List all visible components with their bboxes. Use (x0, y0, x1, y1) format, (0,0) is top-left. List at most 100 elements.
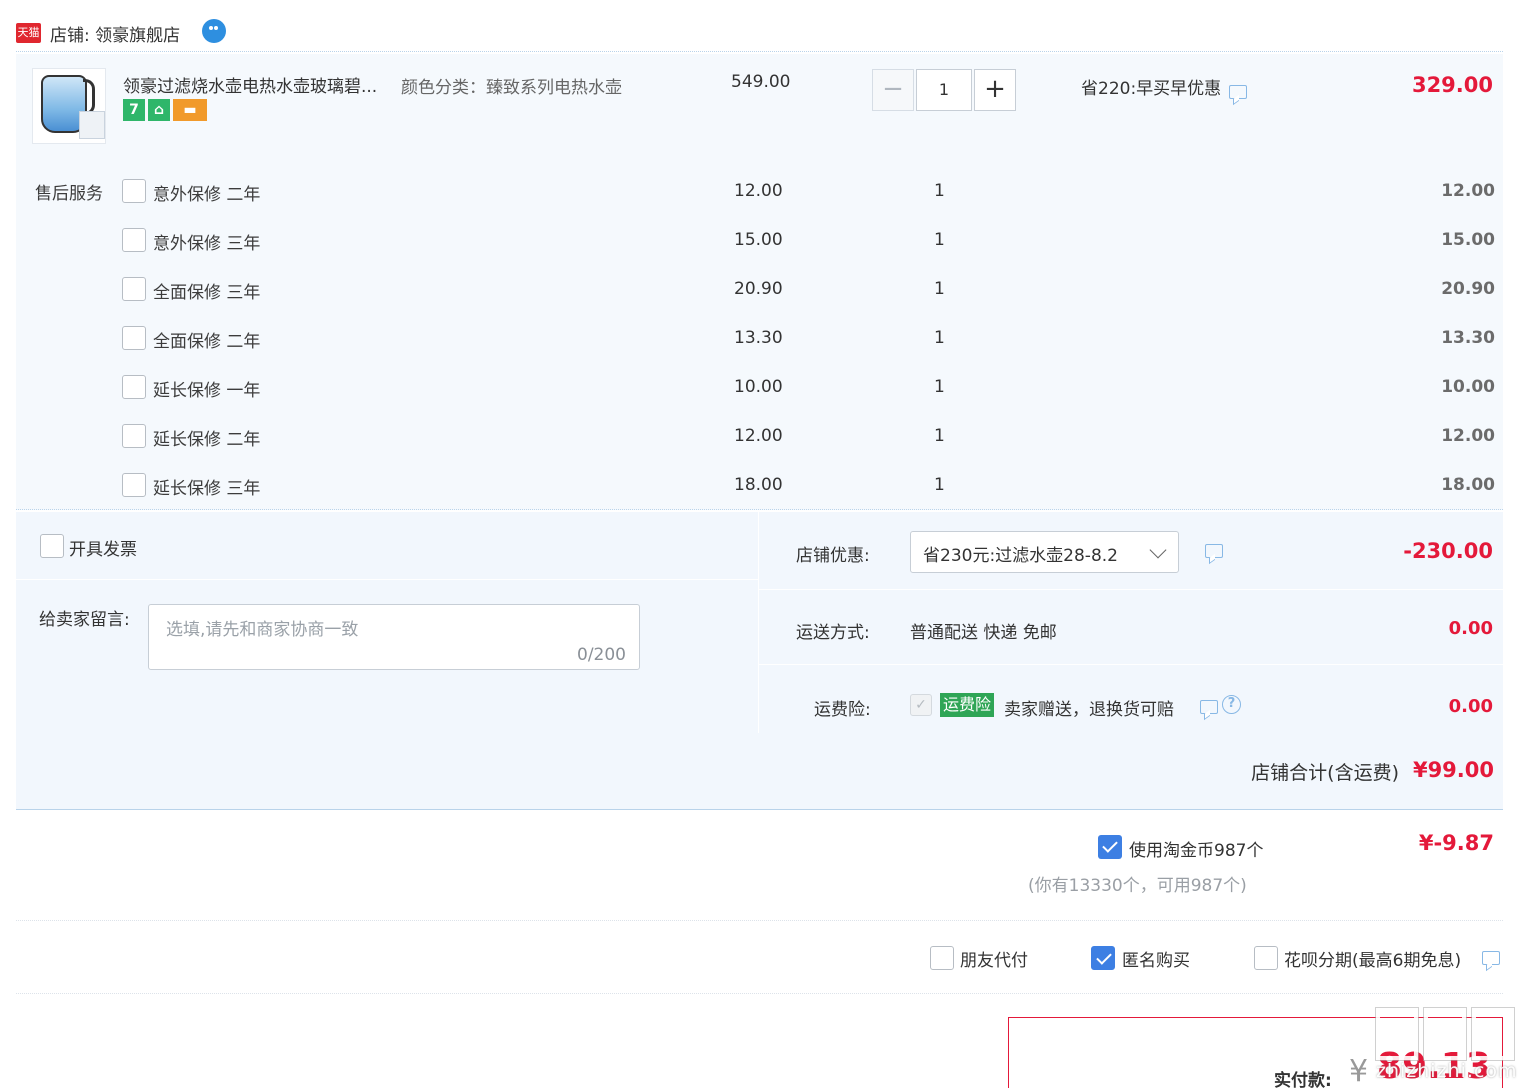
service-name: 意外保修 三年 (153, 234, 261, 254)
service-checkbox[interactable] (122, 375, 146, 399)
insurance-label: 运费险: (814, 700, 871, 720)
service-total: 15.00 (1441, 230, 1495, 250)
order-options-panel: 开具发票 给卖家留言: 选填,请先和商家协商一致 0/200 店铺优惠: 省23… (16, 512, 1503, 810)
service-checkbox[interactable] (122, 277, 146, 301)
friend-pay-label[interactable]: 朋友代付 (960, 946, 1028, 971)
chevron-down-icon (1149, 541, 1167, 559)
product-section: 领豪过滤烧水壶电热水壶玻璃碧... 颜色分类：臻致系列电热水壶 7 ⌂ ▬ 549.… (16, 54, 1503, 510)
service-price: 18.00 (734, 475, 783, 495)
credit-card-icon[interactable]: ▬ (173, 99, 207, 121)
use-coins-checkbox[interactable] (1098, 835, 1122, 859)
shop-header: 天猫 店铺: 领豪旗舰店 (16, 14, 1503, 52)
service-row: 全面保修 三年 20.90 1 20.90 (16, 275, 1503, 305)
help-icon[interactable]: ? (1222, 695, 1241, 714)
service-qty: 1 (934, 181, 945, 201)
promotion: 省220:早买早优惠 (1081, 74, 1248, 99)
coupon-selected-value: 省230元:过滤水壶28-8.2 (923, 546, 1118, 566)
tmall-logo: 天猫 (16, 23, 41, 43)
coins-amount: ¥-9.87 (1418, 831, 1494, 855)
service-checkbox[interactable] (122, 179, 146, 203)
service-checkbox[interactable] (122, 326, 146, 350)
service-qty: 1 (934, 279, 945, 299)
service-row: 延长保修 二年 12.00 1 12.00 (16, 422, 1503, 452)
product-badges: 7 ⌂ ▬ (123, 99, 210, 121)
huabei-checkbox[interactable] (1254, 946, 1278, 970)
service-row: 意外保修 三年 15.00 1 15.00 (16, 226, 1503, 256)
service-total: 18.00 (1441, 475, 1495, 495)
product-sku: 颜色分类：臻致系列电热水壶 (401, 78, 622, 98)
product-thumbnail[interactable] (32, 68, 106, 144)
pay-label: 实付款: (1274, 1071, 1332, 1088)
product-total: 329.00 (1411, 73, 1493, 97)
service-price: 10.00 (734, 377, 783, 397)
shipping-amount: 0.00 (1448, 618, 1493, 639)
service-price: 20.90 (734, 279, 783, 299)
shipping-method: 普通配送 快递 免邮 (910, 623, 1057, 643)
product-title-link[interactable]: 领豪过滤烧水壶电热水壶玻璃碧... (123, 72, 393, 97)
divider (16, 920, 1503, 921)
service-price: 12.00 (734, 426, 783, 446)
comment-icon[interactable] (1482, 951, 1500, 965)
comment-icon[interactable] (1200, 700, 1218, 714)
shipping-row: 运送方式: 普通配送 快递 免邮 0.00 (759, 591, 1503, 665)
seller-message-input[interactable]: 选填,请先和商家协商一致 0/200 (148, 604, 640, 670)
service-checkbox[interactable] (122, 424, 146, 448)
huabei-label[interactable]: 花呗分期(最高6期免息) (1284, 946, 1461, 971)
shop-total-amount: ¥99.00 (1412, 758, 1494, 782)
message-section: 给卖家留言: 选填,请先和商家协商一致 0/200 (16, 581, 758, 733)
message-char-count: 0/200 (577, 645, 626, 665)
service-price: 12.00 (734, 181, 783, 201)
coins-note: (你有13330个，可用987个) (1028, 876, 1247, 896)
service-total: 12.00 (1441, 181, 1495, 201)
comment-icon[interactable] (1229, 85, 1248, 99)
coupon-amount: -230.00 (1403, 539, 1493, 563)
service-row: 全面保修 二年 13.30 1 13.30 (16, 324, 1503, 354)
anonymous-label[interactable]: 匿名购买 (1122, 946, 1190, 971)
increase-button[interactable]: + (974, 69, 1016, 111)
shipping-insurance-row: 运费险: ✓ 运费险 卖家赠送，退换货可赔 ? 0.00 (759, 666, 1503, 733)
promotion-text: 省220:早买早优惠 (1081, 79, 1222, 99)
shop-total-label: 店铺合计(含运费) (1251, 762, 1399, 784)
currency-symbol: ¥ (1349, 1054, 1369, 1088)
shop-name-link[interactable]: 店铺: 领豪旗舰店 (50, 21, 180, 46)
invoice-section: 开具发票 (16, 512, 758, 580)
seven-day-return-icon[interactable]: 7 (123, 99, 145, 121)
friend-pay-checkbox[interactable] (930, 946, 954, 970)
decrease-button[interactable]: − (872, 69, 914, 111)
shop-guarantee-icon[interactable]: ⌂ (148, 99, 170, 121)
invoice-checkbox[interactable] (40, 534, 64, 558)
use-coins-label[interactable]: 使用淘金币987个 (1129, 836, 1263, 861)
quantity-stepper: − 1 + (872, 69, 1017, 112)
shop-coupon-row: 店铺优惠: 省230元:过滤水壶28-8.2 -230.00 (759, 512, 1503, 590)
insurance-tag: 运费险 (940, 693, 995, 717)
service-price: 15.00 (734, 230, 783, 250)
service-total: 10.00 (1441, 377, 1495, 397)
watermark: zhizhizhi.com (1375, 1007, 1517, 1082)
anonymous-checkbox[interactable] (1091, 946, 1115, 970)
insurance-amount: 0.00 (1448, 696, 1493, 717)
wangwang-chat-icon[interactable] (202, 19, 226, 43)
insurance-checkbox: ✓ (910, 694, 932, 716)
coupon-select[interactable]: 省230元:过滤水壶28-8.2 (910, 531, 1179, 573)
shipping-label: 运送方式: (796, 623, 870, 643)
service-name: 延长保修 二年 (153, 430, 261, 450)
service-qty: 1 (934, 377, 945, 397)
service-checkbox[interactable] (122, 473, 146, 497)
service-checkbox[interactable] (122, 228, 146, 252)
service-name: 延长保修 一年 (153, 381, 261, 401)
message-label: 给卖家留言: (39, 610, 130, 630)
service-total: 13.30 (1441, 328, 1495, 348)
divider (16, 993, 1503, 994)
insurance-text: 卖家赠送，退换货可赔 (1004, 700, 1174, 720)
coupon-label: 店铺优惠: (796, 546, 870, 566)
invoice-label[interactable]: 开具发票 (69, 535, 137, 560)
service-price: 13.30 (734, 328, 783, 348)
service-qty: 1 (934, 230, 945, 250)
quantity-input[interactable]: 1 (916, 69, 972, 111)
comment-icon[interactable] (1205, 544, 1223, 558)
service-qty: 1 (934, 328, 945, 348)
service-row: 意外保修 二年 12.00 1 12.00 (16, 177, 1503, 207)
message-placeholder: 选填,请先和商家协商一致 (166, 620, 359, 640)
service-total: 20.90 (1441, 279, 1495, 299)
service-name: 全面保修 二年 (153, 332, 261, 352)
